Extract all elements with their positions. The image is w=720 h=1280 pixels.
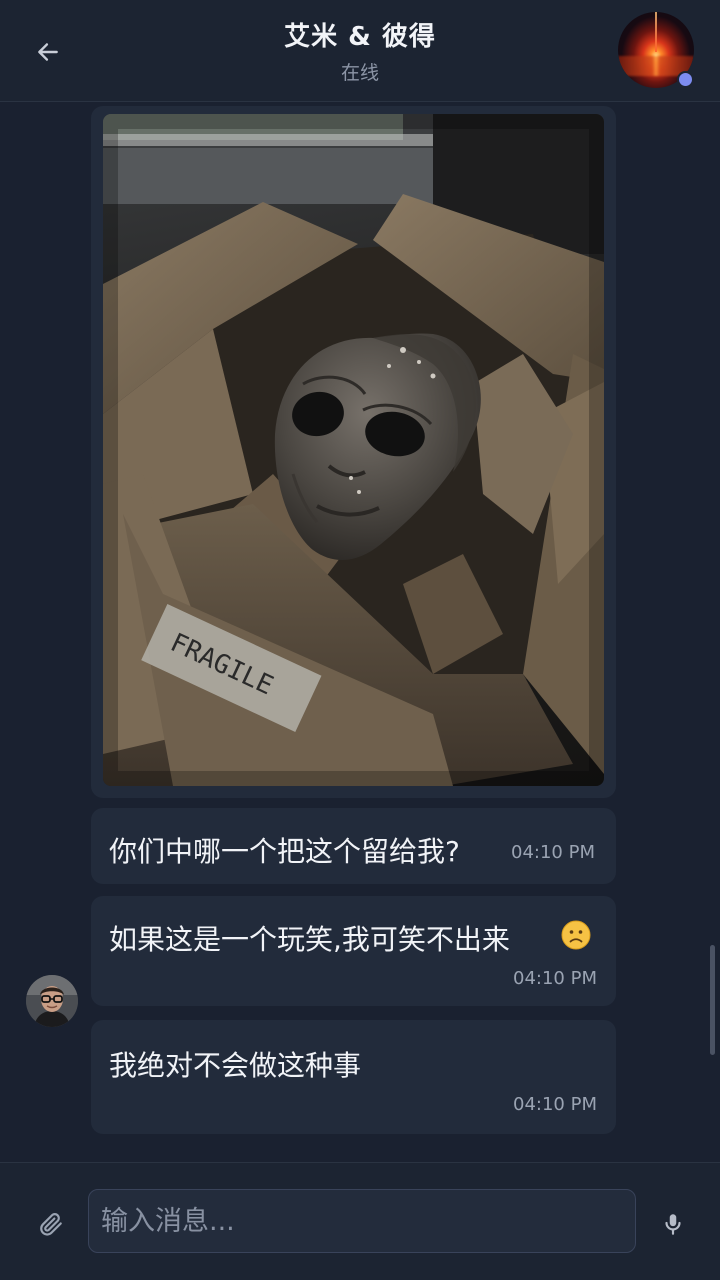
microphone-button[interactable] [652, 1203, 694, 1245]
message-bubble[interactable]: 你们中哪一个把这个留给我? 04:10 PM [91, 808, 616, 884]
microphone-icon [665, 1214, 681, 1235]
alien-mask-box-image: FRAGILE [103, 114, 604, 786]
chat-status: 在线 [340, 62, 379, 84]
message-time: 04:10 PM [513, 1094, 597, 1115]
chat-header: 艾米 & 彼得 在线 [0, 0, 720, 102]
message-time: 04:10 PM [511, 842, 595, 863]
image-message[interactable]: FRAGILE [91, 106, 616, 798]
scrollbar[interactable] [710, 945, 715, 1055]
chat-title: 艾米 & 彼得 [284, 22, 436, 52]
message-photo[interactable]: FRAGILE [103, 114, 604, 786]
online-status-indicator [677, 71, 694, 88]
sender-avatar[interactable] [26, 975, 78, 1027]
message-list[interactable]: FRAGILE 你们中哪一个把这个留给我? 04:10 PM 如果这是一个玩笑,… [0, 102, 720, 1162]
message-text: 我绝对不会做这种事 [109, 1049, 362, 1082]
message-bubble[interactable]: 我绝对不会做这种事 04:10 PM [91, 1020, 616, 1134]
message-composer [0, 1162, 720, 1280]
message-input[interactable] [88, 1189, 636, 1253]
paperclip-icon [40, 1213, 62, 1236]
avatar-beam [655, 12, 657, 52]
slightly-frowning-face-icon [561, 920, 591, 950]
message-time: 04:10 PM [513, 968, 597, 989]
message-text: 你们中哪一个把这个留给我? [109, 835, 460, 868]
message-text: 如果这是一个玩笑,我可笑不出来 [109, 923, 510, 956]
attach-button[interactable] [30, 1203, 72, 1245]
message-bubble[interactable]: 如果这是一个玩笑,我可笑不出来 04:10 PM [91, 896, 616, 1006]
person-avatar-icon [26, 975, 78, 1027]
